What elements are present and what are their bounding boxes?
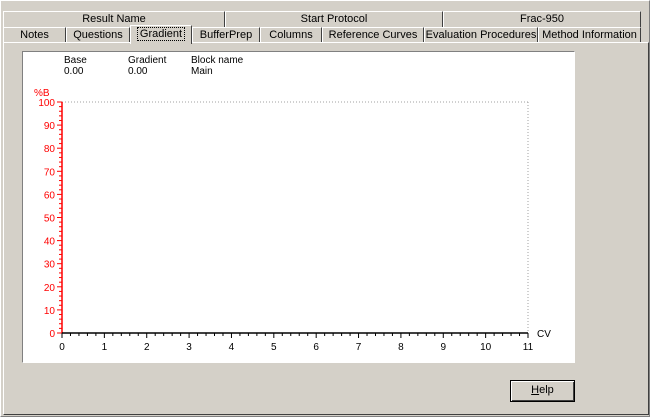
help-button[interactable]: Help [510, 380, 575, 402]
gradient-chart-area[interactable]: Base 0.00 Gradient 0.00 Block name Main … [22, 51, 575, 363]
gradient-chart: 0 10 20 30 40 50 60 70 80 90 100%B 0 1 2 3 4 5 6 7 8 9 10 11CV [34, 88, 551, 353]
tab-reference-curves[interactable]: Reference Curves [322, 27, 424, 43]
tab-gradient[interactable]: Gradient [130, 25, 192, 44]
tab-notes[interactable]: Notes [3, 27, 66, 43]
tab-questions[interactable]: Questions [66, 27, 130, 43]
y-tick-label: 100 [38, 98, 55, 109]
x-tick-label: 6 [313, 342, 319, 353]
y-tick-label: 30 [44, 260, 56, 271]
tab-columns[interactable]: Columns [260, 27, 322, 43]
x-tick-label: 2 [144, 342, 150, 353]
x-tick-label: 7 [356, 342, 362, 353]
tab-start-protocol[interactable]: Start Protocol [225, 11, 443, 27]
y-tick-label: 50 [44, 214, 56, 225]
tab-row-1: Result Name Start Protocol Frac-950 [3, 11, 649, 28]
tab-frac-950[interactable]: Frac-950 [443, 11, 641, 27]
x-tick-label: 1 [102, 342, 108, 353]
y-tick-label: 90 [44, 121, 56, 132]
y-axis-label: %B [34, 88, 50, 99]
y-tick-label: 20 [44, 283, 56, 294]
x-tick-label: 11 [523, 342, 534, 353]
x-tick-label: 10 [480, 342, 492, 353]
x-axis-label: CV [537, 329, 551, 340]
x-tick-label: 8 [398, 342, 404, 353]
x-tick-label: 0 [59, 342, 65, 353]
tab-bufferprep[interactable]: BufferPrep [192, 27, 260, 43]
tab-method-information[interactable]: Method Information [538, 27, 641, 43]
y-tick-label: 10 [44, 306, 56, 317]
tab-evaluation-procedures[interactable]: Evaluation Procedures [424, 27, 538, 43]
method-window: Result Name Start Protocol Frac-950 Note… [0, 0, 650, 417]
x-tick-label: 5 [271, 342, 277, 353]
y-tick-label: 0 [49, 329, 55, 340]
x-tick-label: 4 [229, 342, 235, 353]
y-tick-label: 60 [44, 190, 56, 201]
y-tick-label: 40 [44, 237, 56, 248]
x-tick-label: 3 [186, 342, 192, 353]
y-tick-label: 70 [44, 167, 56, 178]
y-tick-label: 80 [44, 144, 56, 155]
x-tick-label: 9 [440, 342, 446, 353]
